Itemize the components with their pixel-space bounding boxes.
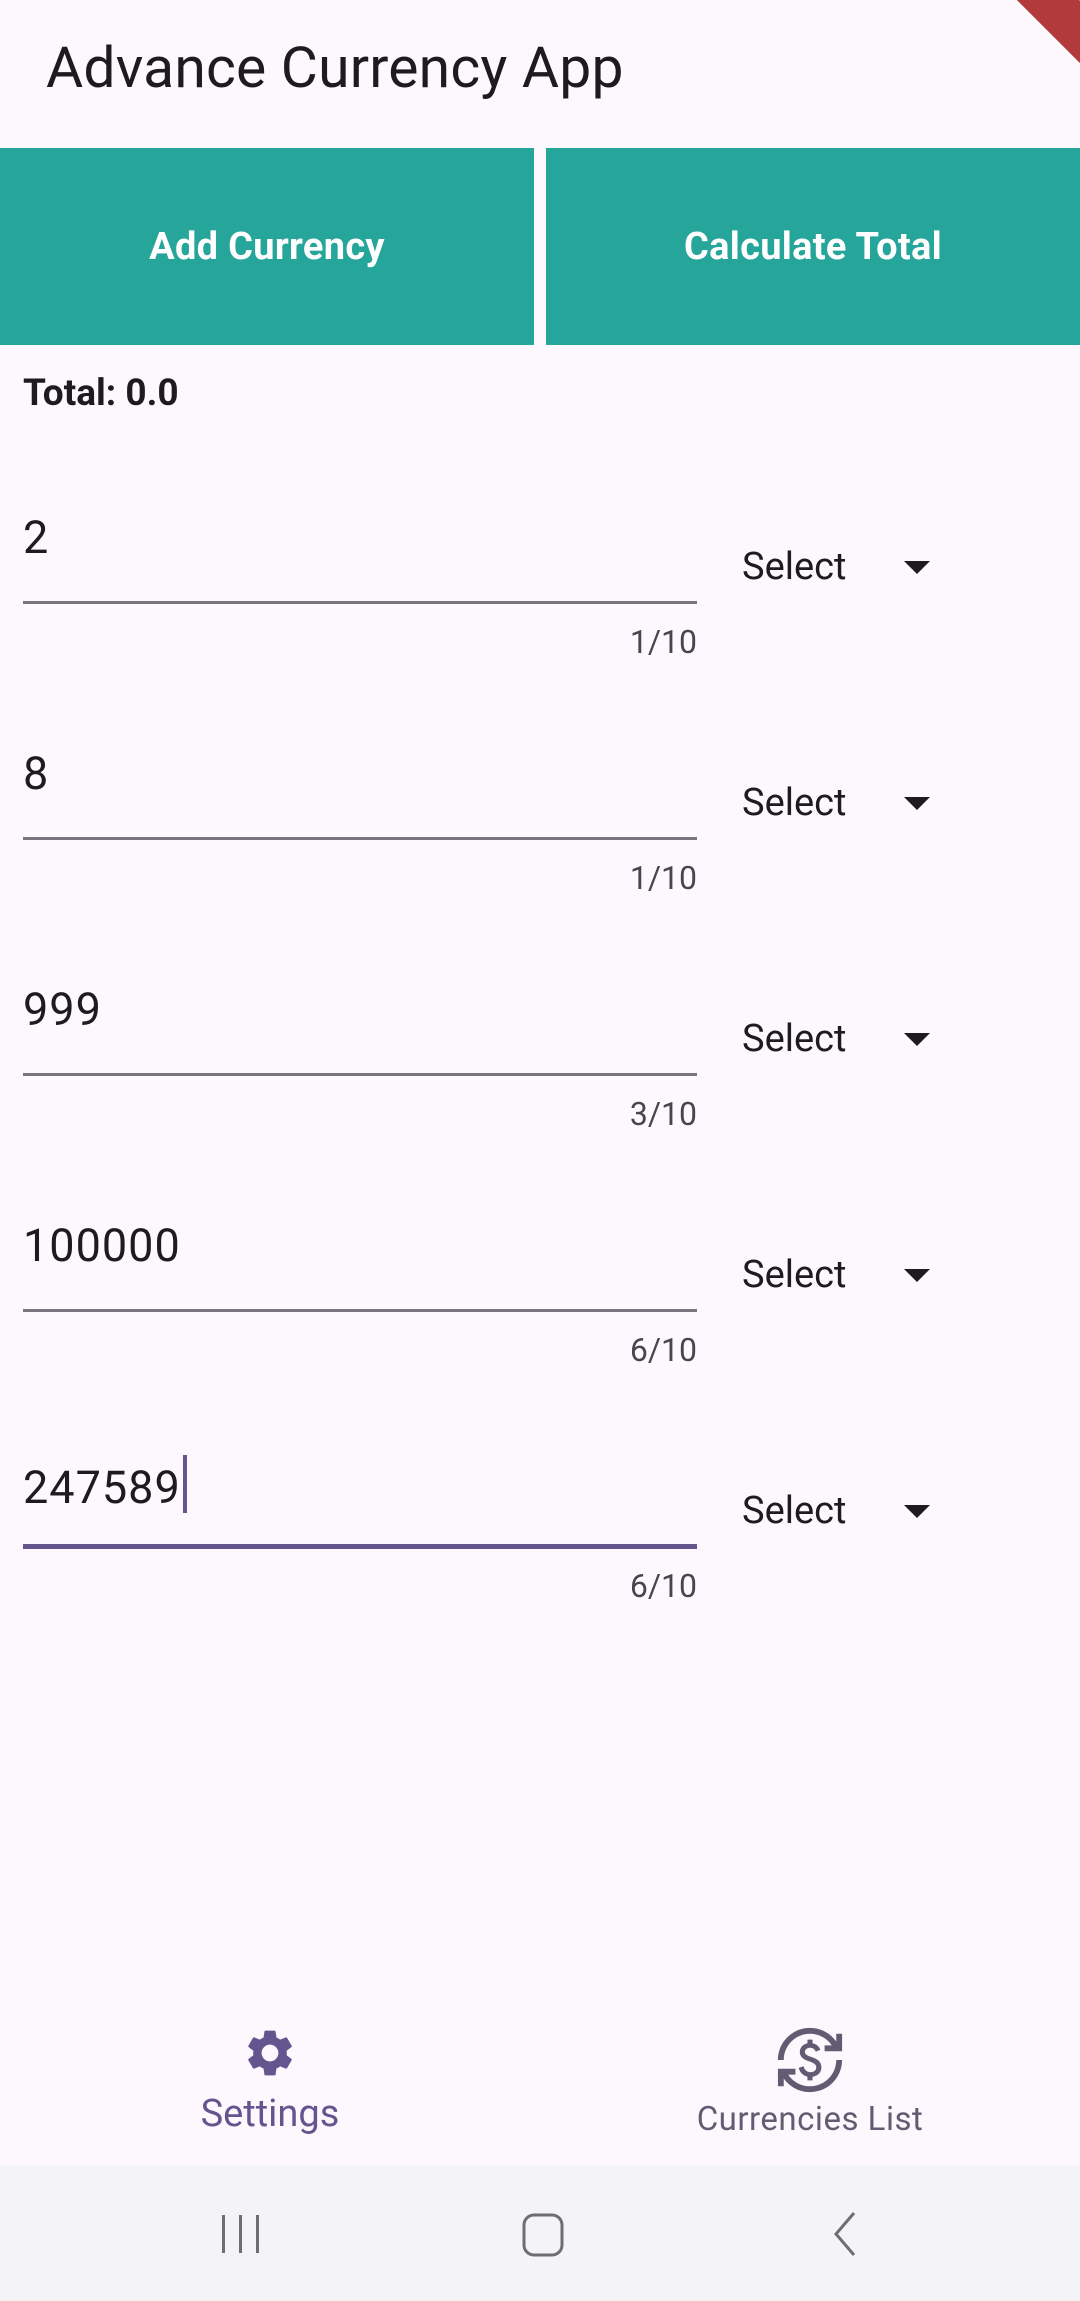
currency-exchange-icon [775, 2025, 845, 2099]
field-underline [23, 1544, 697, 1549]
field-underline [23, 837, 697, 840]
dropdown-arrow-icon [904, 560, 931, 574]
amount-value-wrap[interactable]: 247589 [23, 1455, 187, 1514]
nav-item-settings[interactable]: Settings [0, 1995, 540, 2165]
dropdown-arrow-icon [904, 796, 931, 810]
char-counter: 3/10 [629, 1095, 697, 1133]
currency-row: 2 1/10 Select [0, 475, 1080, 711]
field-underline [23, 601, 697, 604]
currency-select[interactable]: Select [742, 1239, 942, 1311]
currency-select[interactable]: Select [742, 531, 942, 603]
amount-field-focused[interactable]: 247589 6/10 [23, 1419, 697, 1605]
select-label: Select [742, 781, 847, 825]
total-label: Total: 0.0 [23, 372, 179, 415]
home-icon[interactable] [518, 2209, 568, 2263]
add-currency-button[interactable]: Add Currency [0, 148, 534, 345]
recent-apps-icon[interactable] [216, 2209, 266, 2263]
amount-field[interactable]: 8 1/10 [23, 711, 697, 897]
text-cursor [182, 1455, 187, 1513]
select-label: Select [742, 1017, 847, 1061]
gear-icon [242, 2025, 298, 2085]
currency-row: 999 3/10 Select [0, 947, 1080, 1183]
system-navigation-bar [0, 2165, 1080, 2301]
currency-row: 247589 6/10 Select [0, 1419, 1080, 1655]
field-underline [23, 1309, 697, 1312]
debug-banner [936, 0, 1080, 76]
dropdown-arrow-icon [904, 1032, 931, 1046]
amount-value[interactable]: 100000 [23, 1219, 181, 1272]
nav-label-currencies-list: Currencies List [696, 2100, 924, 2139]
currency-select[interactable]: Select [742, 1475, 942, 1547]
char-counter: 1/10 [629, 623, 697, 661]
select-label: Select [742, 1253, 847, 1297]
amount-value[interactable]: 8 [23, 747, 49, 800]
bottom-navigation: Settings Currencies List [0, 1995, 1080, 2165]
nav-label-settings: Settings [200, 2092, 340, 2136]
amount-field[interactable]: 2 1/10 [23, 475, 697, 661]
select-label: Select [742, 1489, 847, 1533]
currency-select[interactable]: Select [742, 767, 942, 839]
char-counter: 6/10 [629, 1567, 697, 1605]
char-counter: 6/10 [629, 1331, 697, 1369]
select-label: Select [742, 545, 847, 589]
amount-value[interactable]: 2 [23, 511, 49, 564]
calculate-total-button[interactable]: Calculate Total [546, 148, 1080, 345]
currency-row: 8 1/10 Select [0, 711, 1080, 947]
char-counter: 1/10 [629, 859, 697, 897]
amount-field[interactable]: 100000 6/10 [23, 1183, 697, 1369]
amount-value[interactable]: 999 [23, 983, 102, 1036]
currency-select[interactable]: Select [742, 1003, 942, 1075]
nav-item-currencies-list[interactable]: Currencies List [540, 1995, 1080, 2165]
dropdown-arrow-icon [904, 1504, 931, 1518]
amount-value: 247589 [23, 1461, 181, 1514]
field-underline [23, 1073, 697, 1076]
amount-field[interactable]: 999 3/10 [23, 947, 697, 1133]
app-title: Advance Currency App [46, 34, 624, 101]
dropdown-arrow-icon [904, 1268, 931, 1282]
currency-row: 100000 6/10 Select [0, 1183, 1080, 1419]
back-icon[interactable] [826, 2209, 866, 2263]
